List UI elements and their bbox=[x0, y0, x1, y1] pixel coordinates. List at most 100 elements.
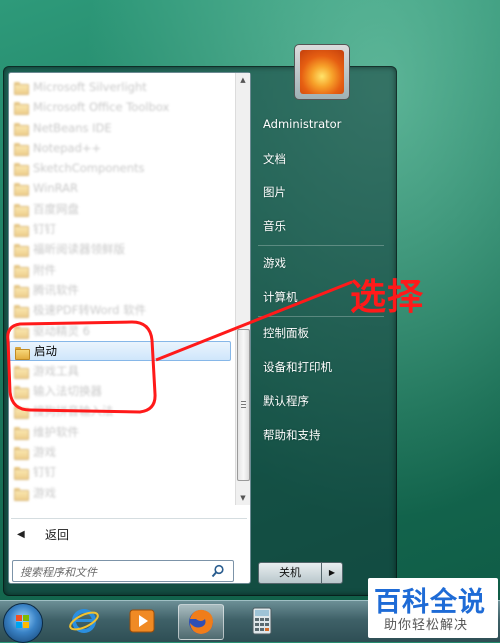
firefox-taskbar-button[interactable] bbox=[178, 604, 224, 640]
folder-icon bbox=[14, 365, 29, 379]
right-item-help-support[interactable]: 帮助和支持 bbox=[263, 427, 321, 443]
program-folder-label: 游戏 bbox=[33, 485, 56, 500]
user-name-link[interactable]: Administrator bbox=[263, 117, 341, 131]
program-folder-label: 附件 bbox=[33, 262, 56, 277]
folder-icon bbox=[14, 385, 29, 400]
right-item-pictures[interactable]: 图片 bbox=[263, 184, 286, 200]
flower-picture-icon bbox=[300, 50, 344, 94]
folder-icon bbox=[14, 405, 29, 420]
search-input[interactable] bbox=[18, 563, 207, 581]
program-folder-item[interactable]: Microsoft Office Toolbox bbox=[9, 97, 235, 117]
program-folder-item[interactable]: WinRAR bbox=[9, 178, 235, 198]
program-folder-label: 驱动精灵 6 bbox=[33, 323, 90, 338]
folder-icon bbox=[14, 142, 29, 156]
back-button[interactable]: ◀ 返回 bbox=[17, 525, 237, 545]
user-picture[interactable] bbox=[294, 44, 350, 100]
scroll-thumb[interactable] bbox=[237, 329, 250, 481]
media-player-taskbar-button[interactable] bbox=[120, 604, 164, 638]
scroll-down-arrow-icon[interactable]: ▼ bbox=[236, 491, 250, 505]
calculator-taskbar-button[interactable] bbox=[240, 604, 284, 638]
program-folder-label: 搜狗拼音输入法 bbox=[33, 404, 114, 419]
program-folder-startup[interactable]: 启动 bbox=[9, 340, 231, 361]
start-orb-button[interactable] bbox=[3, 603, 43, 643]
program-folder-item[interactable]: 游戏工具 bbox=[9, 361, 235, 381]
program-folder-item[interactable]: 腾讯软件 bbox=[9, 280, 235, 300]
program-folder-item[interactable]: 福昕阅读器领鲜版 bbox=[9, 239, 235, 259]
program-folder-item[interactable]: 游戏 bbox=[9, 483, 235, 503]
right-item-documents[interactable]: 文档 bbox=[263, 151, 286, 167]
folder-icon bbox=[14, 223, 29, 238]
program-folder-item[interactable]: NetBeans IDE bbox=[9, 118, 235, 138]
program-list: Microsoft Silverlight Microsoft Office To… bbox=[9, 77, 235, 507]
chevron-right-icon: ▶ bbox=[328, 568, 336, 577]
program-folder-label: 钉钉 bbox=[33, 465, 56, 480]
program-folder-item[interactable]: 附件 bbox=[9, 260, 235, 280]
watermark-subtitle: 助你轻松解决 bbox=[384, 618, 469, 633]
program-folder-item[interactable]: SketchComponents bbox=[9, 158, 235, 178]
folder-icon bbox=[14, 243, 29, 258]
folder-icon bbox=[14, 101, 29, 116]
program-folder-label: Microsoft Office Toolbox bbox=[33, 100, 170, 115]
program-folder-item[interactable]: 百度网盘 bbox=[9, 199, 235, 219]
folder-icon bbox=[14, 304, 29, 319]
right-item-computer[interactable]: 计算机 bbox=[263, 289, 298, 305]
search-box[interactable] bbox=[12, 560, 234, 582]
program-folder-label: 输入法切换器 bbox=[33, 384, 102, 399]
search-icon[interactable] bbox=[211, 564, 225, 578]
program-folder-label: SketchComponents bbox=[33, 161, 145, 176]
folder-icon bbox=[14, 446, 29, 461]
program-folder-label: WinRAR bbox=[33, 181, 78, 196]
media-player-icon bbox=[129, 609, 155, 633]
program-folder-label: 游戏工具 bbox=[33, 363, 79, 378]
right-item-music[interactable]: 音乐 bbox=[263, 218, 286, 234]
program-folder-label: 游戏 bbox=[33, 445, 56, 460]
program-folder-item[interactable]: 极速PDF转Word 软件 bbox=[9, 300, 235, 320]
program-folder-item[interactable]: 输入法切换器 bbox=[9, 381, 235, 401]
ie-taskbar-button[interactable] bbox=[62, 604, 106, 638]
program-list-scrollbar[interactable]: ▲ ▼ bbox=[235, 73, 250, 505]
program-folder-label: Notepad++ bbox=[33, 140, 102, 155]
right-item-games[interactable]: 游戏 bbox=[263, 255, 286, 271]
firefox-icon bbox=[189, 609, 213, 634]
right-item-control-panel[interactable]: 控制面板 bbox=[263, 325, 309, 341]
all-programs-pane: Microsoft Silverlight Microsoft Office To… bbox=[8, 72, 251, 584]
scroll-up-arrow-icon[interactable]: ▲ bbox=[236, 73, 250, 87]
program-folder-item[interactable]: 钉钉 bbox=[9, 462, 235, 482]
folder-icon bbox=[14, 284, 29, 298]
program-folder-label: 启动 bbox=[34, 343, 57, 358]
folder-icon bbox=[15, 346, 30, 360]
program-folder-item[interactable]: 驱动精灵 6 bbox=[9, 321, 235, 341]
shutdown-button[interactable]: 关机 bbox=[258, 562, 322, 584]
annotation-label: 选择 bbox=[350, 277, 425, 318]
folder-icon bbox=[14, 122, 29, 136]
right-item-default-programs[interactable]: 默认程序 bbox=[263, 393, 309, 409]
program-folder-item[interactable]: 钉钉 bbox=[9, 219, 235, 239]
grip-line bbox=[241, 401, 246, 402]
folder-icon bbox=[14, 182, 29, 197]
shutdown-options-button[interactable]: ▶ bbox=[321, 562, 343, 584]
program-folder-item[interactable]: 游戏 bbox=[9, 442, 235, 462]
grip-line bbox=[241, 404, 246, 405]
program-folder-label: 钉钉 bbox=[33, 222, 56, 237]
program-folder-item[interactable]: 搜狗拼音输入法 bbox=[9, 401, 235, 421]
windows-flag-icon bbox=[16, 615, 29, 628]
grip-line bbox=[241, 407, 246, 408]
folder-icon bbox=[14, 487, 29, 501]
right-item-devices-printers[interactable]: 设备和打印机 bbox=[263, 359, 332, 375]
program-folder-item[interactable]: Notepad++ bbox=[9, 138, 235, 158]
program-folder-label: NetBeans IDE bbox=[33, 120, 112, 135]
right-separator bbox=[258, 245, 384, 246]
folder-icon bbox=[14, 264, 29, 278]
folder-icon bbox=[14, 325, 29, 339]
folder-icon bbox=[14, 466, 29, 481]
program-folder-label: 极速PDF转Word 软件 bbox=[33, 303, 147, 318]
pane-divider bbox=[11, 518, 247, 519]
program-folder-label: Microsoft Silverlight bbox=[33, 80, 147, 94]
watermark: 百科全说 助你轻松解决 bbox=[368, 578, 498, 638]
folder-icon bbox=[14, 162, 29, 177]
program-folder-label: 维护软件 bbox=[33, 424, 79, 439]
program-folder-item[interactable]: 维护软件 bbox=[9, 422, 235, 442]
program-folder-item[interactable]: Microsoft Silverlight bbox=[9, 77, 235, 97]
program-folder-label: 百度网盘 bbox=[33, 201, 79, 216]
folder-icon bbox=[14, 203, 29, 217]
